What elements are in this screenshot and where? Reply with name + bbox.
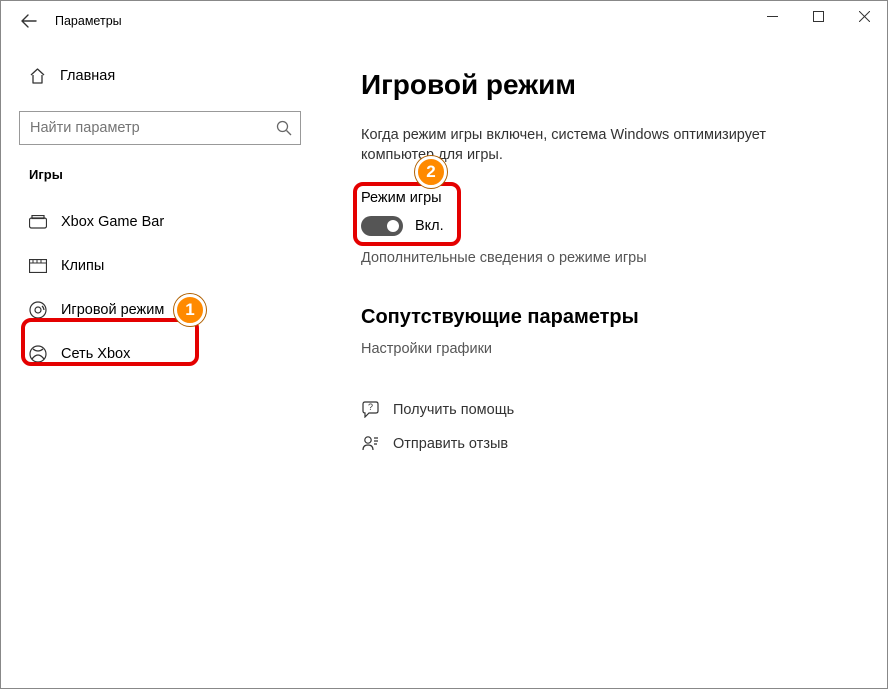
search-icon [276, 120, 292, 136]
titlebar: Параметры [1, 1, 887, 41]
toggle-status-text: Вкл. [415, 218, 444, 234]
svg-text:?: ? [367, 402, 372, 412]
toggle-thumb [387, 220, 399, 232]
sidebar-item-label: Сеть Xbox [61, 346, 130, 362]
more-info-link[interactable]: Дополнительные сведения о режиме игры [361, 250, 857, 266]
arrow-left-icon [21, 14, 37, 28]
sidebar: Главная Игры Xbox Game Bar Клипы И [1, 41, 321, 688]
maximize-icon [813, 11, 824, 22]
close-button[interactable] [841, 1, 887, 31]
main-panel: Игровой режим Когда режим игры включен, … [321, 41, 887, 688]
sidebar-item-label: Xbox Game Bar [61, 214, 164, 230]
window-controls [749, 1, 887, 33]
game-mode-icon [29, 301, 47, 319]
back-button[interactable] [15, 7, 43, 35]
game-bar-icon [29, 213, 47, 231]
page-description: Когда режим игры включен, система Window… [361, 125, 791, 166]
clips-icon [29, 257, 47, 275]
setting-label: Режим игры [361, 190, 857, 206]
feedback-row[interactable]: Отправить отзыв [361, 435, 857, 453]
get-help-row[interactable]: ? Получить помощь [361, 401, 857, 419]
feedback-label: Отправить отзыв [393, 436, 508, 452]
feedback-icon [361, 435, 379, 453]
maximize-button[interactable] [795, 1, 841, 31]
sidebar-item-xbox-network[interactable]: Сеть Xbox [19, 334, 301, 374]
home-label: Главная [60, 68, 115, 84]
get-help-label: Получить помощь [393, 402, 514, 418]
sidebar-item-label: Игровой режим [61, 302, 164, 318]
help-icon: ? [361, 401, 379, 419]
sidebar-item-label: Клипы [61, 258, 104, 274]
sidebar-item-game-mode[interactable]: Игровой режим [19, 290, 301, 330]
minimize-button[interactable] [749, 1, 795, 31]
minimize-icon [767, 11, 778, 22]
search-box[interactable] [19, 111, 301, 145]
close-icon [859, 11, 870, 22]
sidebar-item-xbox-game-bar[interactable]: Xbox Game Bar [19, 202, 301, 242]
search-input[interactable] [30, 120, 266, 136]
game-mode-toggle[interactable] [361, 216, 403, 236]
sidebar-item-clips[interactable]: Клипы [19, 246, 301, 286]
home-icon [29, 68, 46, 84]
graphics-settings-link[interactable]: Настройки графики [361, 341, 857, 357]
related-heading: Сопутствующие параметры [361, 306, 857, 329]
section-heading: Игры [29, 167, 311, 182]
window-title: Параметры [55, 14, 122, 28]
page-title: Игровой режим [361, 69, 857, 101]
game-mode-toggle-row: Вкл. [361, 216, 857, 236]
xbox-icon [29, 345, 47, 363]
home-nav-item[interactable]: Главная [19, 59, 311, 93]
